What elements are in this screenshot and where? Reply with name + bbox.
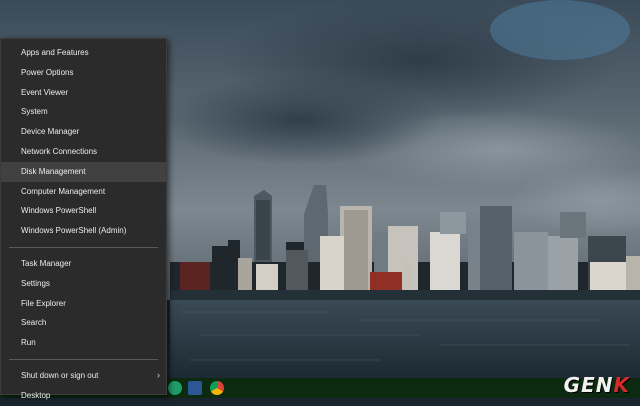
menu-item-label: System bbox=[21, 107, 48, 117]
menu-item-label: Windows PowerShell bbox=[21, 206, 97, 216]
chrome-icon[interactable] bbox=[210, 381, 224, 395]
menu-item-label: Network Connections bbox=[21, 146, 98, 156]
menu-item-label: Settings bbox=[21, 278, 50, 288]
menu-item-file-explorer[interactable]: File Explorer bbox=[1, 294, 166, 314]
menu-item-task-manager[interactable]: Task Manager bbox=[1, 254, 166, 274]
menu-separator bbox=[9, 358, 158, 360]
menu-item-windows-powershell[interactable]: Windows PowerShell bbox=[1, 201, 166, 221]
menu-item-label: Desktop bbox=[21, 390, 51, 400]
menu-item-system[interactable]: System bbox=[1, 102, 166, 122]
menu-item-computer-management[interactable]: Computer Management bbox=[1, 182, 166, 202]
menu-item-label: Apps and Features bbox=[21, 48, 89, 57]
watermark-text-main: GEN bbox=[563, 373, 614, 397]
menu-item-network-connections[interactable]: Network Connections bbox=[1, 142, 166, 162]
menu-item-label: Search bbox=[21, 318, 47, 328]
menu-item-label: Computer Management bbox=[21, 186, 106, 196]
menu-item-label: Power Options bbox=[21, 67, 74, 77]
word-icon[interactable] bbox=[188, 381, 202, 395]
menu-separator bbox=[9, 246, 158, 248]
menu-item-label: Shut down or sign out bbox=[21, 370, 99, 380]
menu-item-desktop[interactable]: Desktop bbox=[1, 386, 166, 406]
edge-icon[interactable] bbox=[168, 381, 182, 395]
menu-item-label: Event Viewer bbox=[21, 87, 68, 97]
menu-item-settings[interactable]: Settings bbox=[1, 274, 166, 294]
menu-item-run[interactable]: Run bbox=[1, 333, 166, 353]
menu-item-label: Device Manager bbox=[21, 127, 80, 137]
menu-item-apps-and-features[interactable]: Apps and Features bbox=[1, 43, 166, 63]
menu-item-shut-down-or-sign-out[interactable]: Shut down or sign out › bbox=[1, 366, 166, 386]
menu-item-disk-management[interactable]: Disk Management bbox=[1, 161, 166, 182]
genk-watermark-logo: GENK bbox=[564, 373, 630, 397]
menu-item-label: Task Manager bbox=[21, 258, 72, 268]
menu-item-windows-powershell-admin[interactable]: Windows PowerShell (Admin) bbox=[1, 221, 166, 241]
menu-item-label: Windows PowerShell (Admin) bbox=[21, 226, 127, 236]
watermark-text-accent: K bbox=[613, 373, 630, 397]
menu-item-device-manager[interactable]: Device Manager bbox=[1, 122, 166, 142]
menu-item-label: Run bbox=[21, 338, 36, 348]
menu-item-search[interactable]: Search bbox=[1, 313, 166, 333]
chevron-right-icon: › bbox=[157, 369, 160, 380]
menu-item-label: File Explorer bbox=[21, 298, 66, 308]
quick-link-menu: Apps and Features Power Options Event Vi… bbox=[0, 38, 167, 400]
menu-item-power-options[interactable]: Power Options bbox=[1, 63, 166, 83]
menu-item-event-viewer[interactable]: Event Viewer bbox=[1, 83, 166, 103]
menu-item-label: Disk Management bbox=[21, 166, 86, 176]
